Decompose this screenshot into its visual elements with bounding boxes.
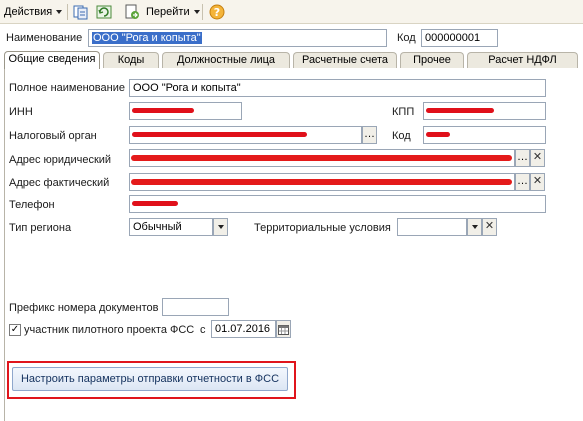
- configure-fss-button[interactable]: Настроить параметры отправки отчетности …: [12, 367, 288, 391]
- redaction-mark: [132, 201, 178, 206]
- region-type-label: Тип региона: [9, 222, 72, 234]
- tab-ndfl[interactable]: Расчет НДФЛ: [467, 52, 578, 69]
- tax-office-select-button[interactable]: …: [362, 126, 377, 144]
- redaction-mark: [132, 108, 194, 113]
- legal-address-label: Адрес юридический: [9, 154, 112, 166]
- goto-menu-button[interactable]: Перейти: [124, 2, 200, 22]
- legal-address-select-button[interactable]: …: [515, 149, 530, 167]
- tab-officials[interactable]: Должностные лица: [162, 52, 290, 69]
- help-button[interactable]: ?: [209, 2, 225, 22]
- redaction-mark: [131, 179, 512, 185]
- fss-date-field[interactable]: 01.07.2016: [211, 320, 276, 338]
- tab-other[interactable]: Прочее: [400, 52, 464, 69]
- actions-label: Действия: [4, 6, 53, 18]
- chevron-down-icon: [56, 10, 63, 14]
- refresh-icon: [96, 5, 112, 19]
- fss-pilot-label: участник пилотного проекта ФСС: [24, 324, 195, 336]
- legal-address-clear-button[interactable]: ✕: [530, 149, 545, 167]
- redaction-mark: [426, 108, 494, 113]
- name-value: ООО "Рога и копыта": [92, 32, 202, 44]
- fss-since-label: с: [200, 324, 206, 336]
- close-icon: ✕: [532, 175, 543, 187]
- region-type-dropdown-icon[interactable]: [213, 218, 228, 236]
- doc-prefix-field[interactable]: [162, 298, 229, 316]
- actions-menu-button[interactable]: Действия: [4, 2, 63, 22]
- tab-bank-accounts[interactable]: Расчетные счета: [293, 52, 397, 69]
- phone-field[interactable]: [129, 195, 546, 213]
- redaction-mark: [426, 132, 450, 137]
- tab-general[interactable]: Общие сведения: [4, 51, 100, 69]
- name-label: Наименование: [6, 32, 83, 44]
- actual-address-select-button[interactable]: …: [515, 173, 530, 191]
- fss-pilot-checkbox[interactable]: ✓: [9, 324, 21, 336]
- kpp-label: КПП: [392, 106, 415, 118]
- calendar-icon: [278, 325, 289, 335]
- tax-code-field[interactable]: [423, 126, 546, 144]
- tab-codes[interactable]: Коды: [103, 52, 159, 69]
- chevron-down-icon: [193, 10, 200, 14]
- region-type-select[interactable]: Обычный: [129, 218, 213, 236]
- territorial-conditions-dropdown-icon[interactable]: [467, 218, 482, 236]
- copy-button[interactable]: [73, 2, 89, 22]
- calendar-button[interactable]: [276, 320, 291, 338]
- svg-text:?: ?: [214, 6, 220, 19]
- toolbar-separator: [67, 4, 68, 20]
- redaction-mark: [131, 155, 512, 161]
- phone-label: Телефон: [9, 199, 55, 211]
- inn-field[interactable]: [129, 102, 242, 120]
- refresh-button[interactable]: [96, 2, 112, 22]
- legal-address-field[interactable]: [129, 149, 515, 167]
- close-icon: ✕: [484, 220, 495, 232]
- territorial-conditions-label: Территориальные условия: [254, 222, 391, 234]
- copy-icon: [73, 5, 88, 20]
- inn-label: ИНН: [9, 106, 33, 118]
- doc-prefix-label: Префикс номера документов: [9, 302, 159, 314]
- name-field[interactable]: ООО "Рога и копыта": [88, 29, 387, 47]
- actual-address-label: Адрес фактический: [9, 177, 110, 189]
- actual-address-field[interactable]: [129, 173, 515, 191]
- territorial-conditions-clear-button[interactable]: ✕: [482, 218, 497, 236]
- toolbar-separator: [202, 4, 203, 20]
- tax-office-field[interactable]: [129, 126, 362, 144]
- goto-label: Перейти: [146, 6, 190, 18]
- navigate-icon: [125, 4, 139, 19]
- full-name-field[interactable]: ООО "Рога и копыта": [129, 79, 546, 97]
- checkmark-icon: ✓: [10, 324, 20, 335]
- full-name-label: Полное наименование: [9, 82, 125, 94]
- close-icon: ✕: [532, 151, 543, 163]
- code-label: Код: [397, 32, 416, 44]
- tax-office-label: Налоговый орган: [9, 130, 97, 142]
- code-field[interactable]: 000000001: [421, 29, 498, 47]
- actual-address-clear-button[interactable]: ✕: [530, 173, 545, 191]
- kpp-field[interactable]: [423, 102, 546, 120]
- territorial-conditions-field[interactable]: [397, 218, 467, 236]
- help-icon: ?: [209, 4, 225, 20]
- redaction-mark: [132, 132, 307, 137]
- tax-code-label: Код: [392, 130, 411, 142]
